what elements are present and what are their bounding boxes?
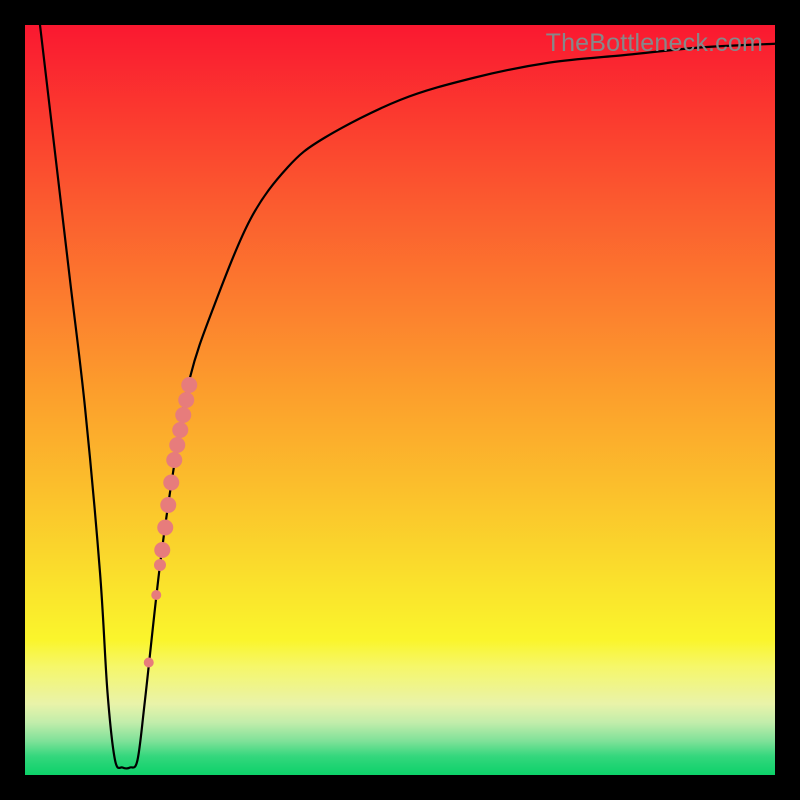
highlight-dot — [157, 520, 173, 536]
highlight-dot — [154, 559, 166, 571]
highlight-dot — [151, 590, 161, 600]
highlight-dot — [181, 377, 197, 393]
highlight-dot — [144, 658, 154, 668]
highlight-dot — [166, 452, 182, 468]
highlight-dot — [163, 475, 179, 491]
highlight-dot — [172, 422, 188, 438]
bottleneck-curve — [40, 25, 775, 768]
chart-layer — [25, 25, 775, 775]
highlight-dot — [160, 497, 176, 513]
highlight-dot — [154, 542, 170, 558]
highlight-dot — [169, 437, 185, 453]
watermark-text: TheBottleneck.com — [546, 29, 763, 58]
highlight-dot — [178, 392, 194, 408]
highlight-dots — [144, 377, 198, 668]
chart-frame: TheBottleneck.com — [0, 0, 800, 800]
highlight-dot — [175, 407, 191, 423]
plot-area: TheBottleneck.com — [25, 25, 775, 775]
